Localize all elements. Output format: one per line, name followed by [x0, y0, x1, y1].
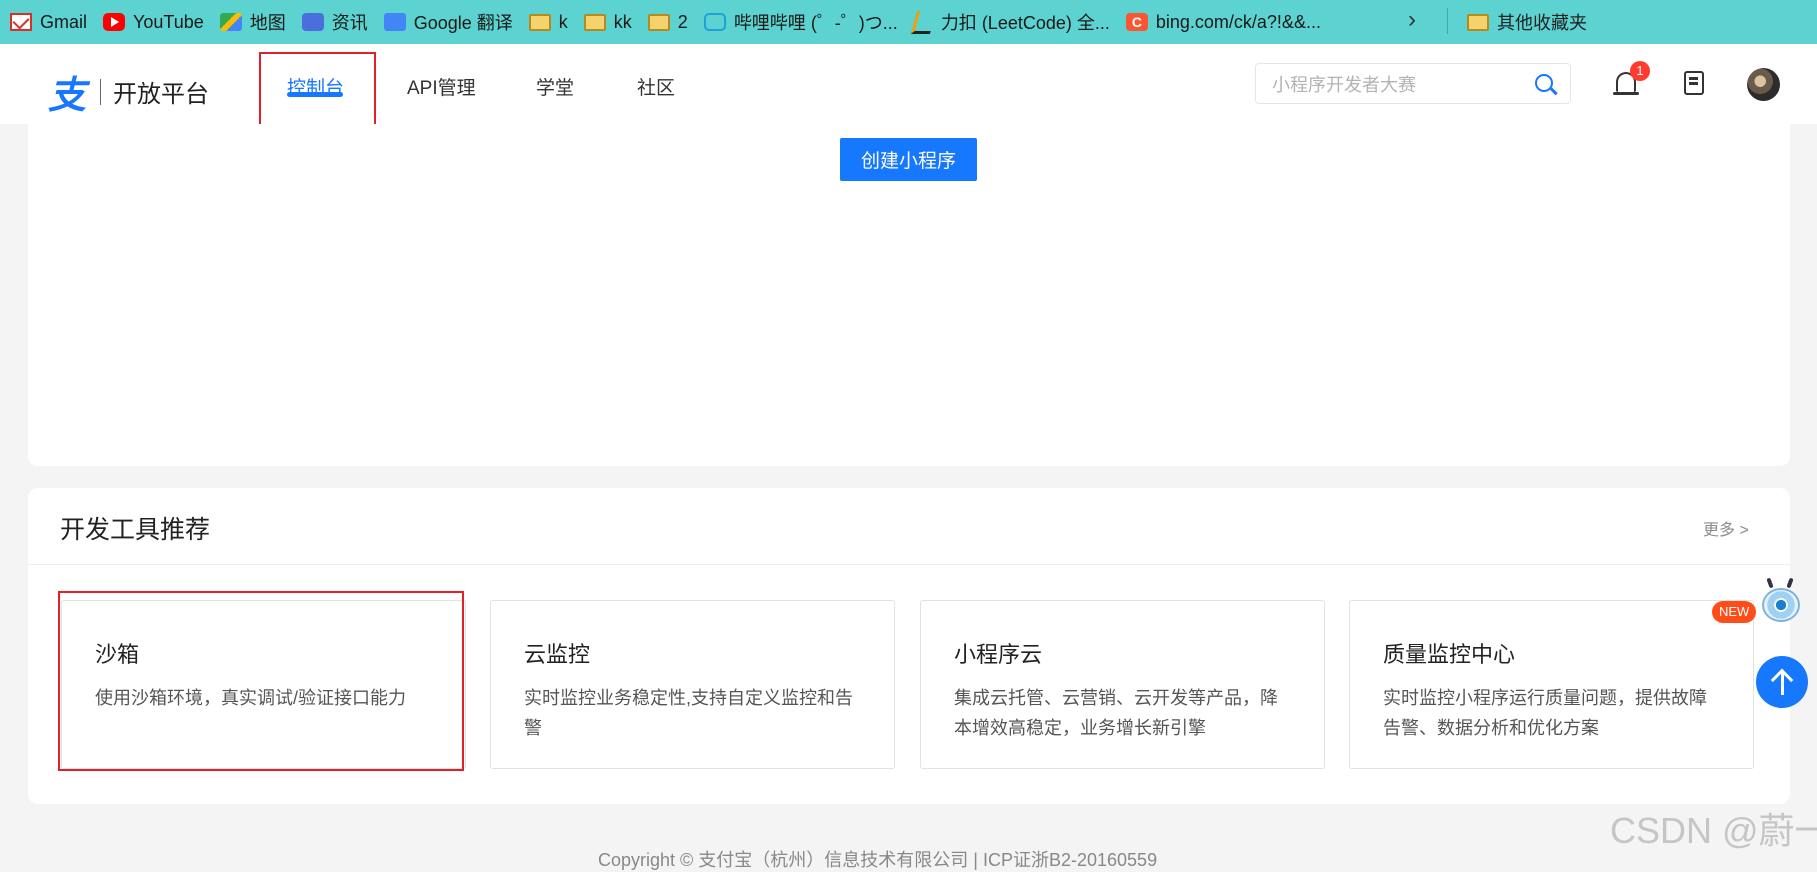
bookmark-folder-k[interactable]: k [528, 12, 568, 33]
leetcode-icon [910, 10, 936, 34]
bookmark-folder-kk[interactable]: kk [583, 12, 632, 33]
task-checklist-icon[interactable] [1684, 71, 1704, 95]
back-to-top-arrow-icon[interactable] [1756, 656, 1808, 708]
search-input[interactable] [1270, 72, 1514, 98]
new-badge: NEW [1712, 601, 1757, 623]
search-box [1255, 63, 1571, 104]
folder-icon [1467, 13, 1489, 31]
user-avatar[interactable] [1747, 68, 1780, 101]
tool-title: 云监控 [524, 642, 591, 667]
folder-icon [583, 13, 606, 31]
csdn-watermark: CSDN @蔚一 [1610, 810, 1817, 851]
tool-description: 集成云托管、云营销、云开发等产品，降本增效高稳定，业务增长新引擎 [954, 688, 1278, 738]
bookmark-translate[interactable]: Google 翻译 [383, 9, 513, 35]
alipay-open-platform-logo[interactable]: 支 开放平台 [48, 64, 209, 119]
create-mini-program-button[interactable]: 创建小程序 [840, 138, 977, 181]
news-icon [301, 13, 324, 31]
more-link[interactable]: 更多 > [1703, 516, 1749, 540]
folder-icon [528, 13, 551, 31]
bookmarks-overflow-chevron-icon[interactable]: › [1408, 6, 1416, 34]
bookmark-gmail[interactable]: Gmail [10, 12, 87, 33]
notification-badge: 1 [1630, 61, 1650, 81]
dev-tools-title: 开发工具推荐 [60, 516, 211, 544]
translate-icon [383, 13, 406, 31]
bookmark-bing[interactable]: Cbing.com/ck/a?!&&... [1125, 12, 1321, 33]
bookmark-other-folders[interactable]: 其他收藏夹 [1467, 0, 1587, 44]
bookmark-youtube[interactable]: YouTube [103, 12, 204, 33]
footer-copyright: Copyright © 支付宝（杭州）信息技术有限公司 | ICP证浙B2-20… [598, 850, 1158, 870]
maps-icon [219, 13, 242, 31]
assistant-robot-icon[interactable] [1760, 578, 1802, 632]
gmail-icon [10, 13, 32, 31]
bookmark-leetcode[interactable]: 力扣 (LeetCode) 全... [910, 9, 1110, 35]
bilibili-icon [703, 13, 726, 31]
section-divider [28, 564, 1790, 565]
tool-description: 实时监控业务稳定性,支持自定义监控和告警 [524, 688, 853, 738]
tool-card-mini-program-cloud[interactable]: 小程序云 集成云托管、云营销、云开发等产品，降本增效高稳定，业务增长新引擎 [920, 600, 1325, 769]
folder-icon [647, 13, 670, 31]
alipay-logo-icon: 支 [48, 75, 87, 117]
tool-card-cloud-monitor[interactable]: 云监控 实时监控业务稳定性,支持自定义监控和告警 [490, 600, 895, 769]
bookmark-maps[interactable]: 地图 [219, 9, 286, 35]
bookmark-bilibili[interactable]: 哔哩哔哩 (゜-゜)つ... [703, 9, 898, 35]
bookmark-folder-2[interactable]: 2 [647, 12, 688, 33]
logo-text: 开放平台 [113, 81, 210, 108]
tool-title: 质量监控中心 [1383, 642, 1516, 667]
bookmarks-divider [1447, 8, 1448, 34]
bookmark-news[interactable]: 资讯 [301, 9, 368, 35]
nav-api-management[interactable]: API管理 [407, 73, 476, 100]
youtube-icon [103, 13, 126, 31]
nav-academy[interactable]: 学堂 [536, 73, 574, 100]
highlight-box-sandbox [58, 591, 464, 771]
robot-head [1762, 588, 1800, 622]
tool-title: 小程序云 [954, 642, 1043, 667]
csdn-icon: C [1125, 13, 1148, 31]
tool-card-quality-monitor[interactable]: 质量监控中心 实时监控小程序运行质量问题，提供故障告警、数据分析和优化方案 [1349, 600, 1754, 769]
logo-divider [100, 78, 102, 105]
nav-community[interactable]: 社区 [637, 73, 675, 100]
tool-description: 实时监控小程序运行质量问题，提供故障告警、数据分析和优化方案 [1383, 688, 1707, 738]
search-icon[interactable] [1535, 74, 1553, 92]
